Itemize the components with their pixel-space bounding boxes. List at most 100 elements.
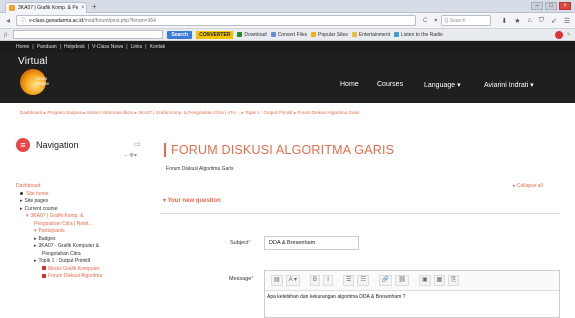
- browser-toolbar-icons: ⬇ ★ ⌂ ⛉ ➶ ☰: [501, 17, 570, 25]
- file-icon[interactable]: ⎘: [448, 274, 460, 286]
- numbered-list-icon[interactable]: ☷: [357, 274, 369, 286]
- nav-item-label: Current course: [24, 205, 58, 212]
- download-icon[interactable]: ⬇: [501, 17, 507, 25]
- nav-item[interactable]: ▸ Topik 1 : Output Primitif: [16, 258, 146, 266]
- link-icon[interactable]: 🔗: [378, 274, 393, 286]
- nav-item[interactable]: Forum Diskusi Algoritma: [16, 273, 146, 281]
- favicon-icon: [9, 5, 15, 11]
- browser-tab[interactable]: 3KA07 | Grafik Komp. & Pe... ×: [5, 2, 87, 13]
- addon-search-button[interactable]: Search: [167, 30, 193, 39]
- download-link[interactable]: Download: [237, 32, 267, 38]
- bold-icon[interactable]: B: [310, 274, 321, 286]
- nav-item[interactable]: ▸ Badges: [16, 236, 146, 244]
- expand-icon: ▾: [34, 228, 37, 234]
- minimize-button[interactable]: –: [531, 2, 543, 10]
- toolbar-logo-icon: ρ·: [4, 31, 10, 38]
- url-bar[interactable]: ⓘ v-class.gunadarma.ac.id /mod/forum/pos…: [16, 15, 416, 26]
- topnav-vclass-news[interactable]: V-Class News: [92, 44, 123, 50]
- block-controls[interactable]: – ✥▾: [124, 152, 137, 159]
- topnav-kontak[interactable]: Kontak: [150, 44, 166, 50]
- send-icon[interactable]: ➶: [551, 17, 557, 25]
- listen-radio-link[interactable]: Listen to the Radio: [394, 32, 443, 38]
- menu-icon[interactable]: ☰: [564, 17, 570, 25]
- site-logo[interactable]: Virtual Class Online: [18, 56, 78, 100]
- breadcrumb[interactable]: Dashboard ▸ Program Sarjana ▸ Sistem Inf…: [20, 110, 565, 116]
- reload-icon[interactable]: C: [423, 18, 427, 24]
- bullet-icon: [20, 191, 23, 195]
- browser-search-input[interactable]: Q Search: [441, 15, 492, 26]
- nav-item-label: Pengolahan Citra: [42, 250, 81, 257]
- resource-icon: [42, 266, 46, 271]
- message-label: Message*: [229, 276, 254, 282]
- nav-item-label: 3KA07 | Grafik Komp. &: [30, 213, 84, 219]
- message-input[interactable]: Apa kelebihan dan kekurangan algoritma D…: [265, 290, 559, 317]
- nav-item-label: Badges: [38, 235, 56, 242]
- subject-label: Subject*: [230, 240, 251, 246]
- subject-input[interactable]: DDA & Bresenham: [264, 236, 359, 250]
- topnav-home[interactable]: Home: [16, 44, 29, 50]
- close-window-button[interactable]: ×: [559, 2, 571, 10]
- addon-search-field[interactable]: [13, 30, 164, 39]
- nav-item[interactable]: ▾ 3KA07 | Grafik Komp. &: [16, 213, 146, 221]
- maximize-button[interactable]: □: [545, 2, 557, 10]
- mainnav-user-menu[interactable]: Aviarini Indrati ▾: [484, 81, 534, 89]
- unlink-icon[interactable]: ⛓: [395, 274, 409, 286]
- converter-logo[interactable]: CONVERTER: [196, 30, 234, 39]
- font-color-icon[interactable]: A ▾: [285, 274, 301, 286]
- topnav-sep: |: [59, 44, 61, 50]
- expand-icon: ▸: [34, 258, 37, 264]
- section-your-new-question[interactable]: ▾ Your new question: [163, 197, 221, 204]
- resource-icon: [42, 273, 46, 278]
- nav-item-label: 3KA07 - Grafik Komputer &: [38, 243, 100, 249]
- logo-title: Virtual: [18, 56, 48, 67]
- nav-item[interactable]: Pengolahan Citra | Rohit...: [16, 221, 146, 229]
- nav-item[interactable]: ▾ Participants: [16, 228, 146, 236]
- nav-item[interactable]: Modul Grafik Komputer: [16, 266, 146, 274]
- star-icon[interactable]: ★: [514, 17, 520, 25]
- media-icon[interactable]: ▦: [433, 274, 446, 286]
- mainnav-home[interactable]: Home: [340, 81, 359, 88]
- home-icon[interactable]: ⌂: [528, 17, 532, 25]
- section-divider: [160, 213, 560, 214]
- page-subtitle: Forum Diskusi Algoritma Garis: [166, 166, 234, 172]
- nav-item-label: Site home: [26, 190, 49, 197]
- topnav-panduan[interactable]: Panduan: [37, 44, 57, 50]
- tab-title: 3KA07 | Grafik Komp. & Pe...: [18, 5, 78, 11]
- browser-navbar: ◂ ⓘ v-class.gunadarma.ac.id /mod/forum/p…: [0, 13, 575, 29]
- italic-icon[interactable]: I: [323, 274, 334, 286]
- addon-menu-icon[interactable]: ✎: [567, 32, 571, 38]
- shield-icon[interactable]: ⛉: [539, 17, 544, 25]
- url-path: /mod/forum/post.php?forum=364: [83, 17, 156, 24]
- nav-item[interactable]: ▸ 3KA07 - Grafik Komputer &: [16, 243, 146, 251]
- navigation-icon: ≡: [16, 138, 30, 152]
- topnav-links[interactable]: Links: [131, 44, 143, 50]
- convert-files-link[interactable]: Convert Files: [270, 32, 307, 38]
- topnav-sep: |: [145, 44, 147, 50]
- mainnav-courses[interactable]: Courses: [377, 81, 403, 88]
- main-nav: Home Courses Language ▾ Aviarini Indrati…: [0, 81, 575, 93]
- nav-item[interactable]: Dashboard: [16, 183, 146, 191]
- nav-item[interactable]: ▸ Site pages: [16, 198, 146, 206]
- navigation-title: Navigation: [36, 140, 79, 150]
- topnav-sep: |: [126, 44, 128, 50]
- nav-item[interactable]: ▸ Current course: [16, 206, 146, 214]
- popular-sites-link[interactable]: Popular Sites: [311, 32, 348, 38]
- tab-close-icon[interactable]: ×: [81, 5, 85, 11]
- addon-red-icon[interactable]: [554, 30, 563, 39]
- nav-item[interactable]: Site home: [16, 191, 146, 199]
- image-icon[interactable]: ▣: [418, 274, 431, 286]
- block-dock-icon[interactable]: ▭: [134, 140, 141, 148]
- nav-item-label: Forum Diskusi Algoritma: [48, 273, 103, 279]
- history-dropdown-icon[interactable]: ▾: [434, 17, 437, 24]
- entertainment-link[interactable]: Entertainment: [351, 32, 390, 38]
- addons-toolbar: ρ· Search CONVERTER Download Convert Fil…: [0, 29, 575, 41]
- info-icon[interactable]: ⓘ: [20, 16, 26, 25]
- collapse-all-link[interactable]: ▸ Collapse all: [513, 183, 543, 189]
- new-tab-button[interactable]: +: [92, 2, 97, 11]
- bullet-list-icon[interactable]: ☰: [343, 274, 355, 286]
- paragraph-style-icon[interactable]: ▤: [271, 274, 283, 286]
- mainnav-language[interactable]: Language ▾: [424, 81, 461, 89]
- topnav-helpdesk[interactable]: Helpdesk: [64, 44, 85, 50]
- nav-item-label: Site pages: [24, 198, 49, 204]
- back-icon[interactable]: ◂: [4, 16, 12, 25]
